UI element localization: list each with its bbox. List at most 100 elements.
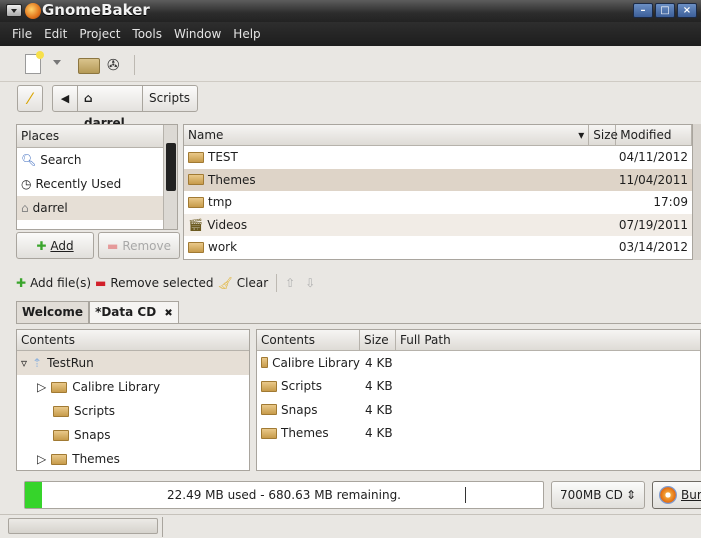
window-menu-button[interactable]: [6, 4, 22, 17]
places-header[interactable]: Places: [17, 125, 177, 148]
file-row[interactable]: 🎬︎ Videos 07/19/2011: [184, 213, 692, 236]
broom-icon: 🧹︎: [217, 276, 233, 290]
tab-welcome[interactable]: Welcome: [16, 301, 90, 323]
project-toolbar: ✚ Add file(s) ▬ Remove selected 🧹︎ Clear…: [0, 268, 701, 298]
collapsed-arrow-icon[interactable]: ▷: [37, 380, 46, 394]
close-icon[interactable]: ×: [677, 3, 697, 18]
move-up-icon[interactable]: ⇧: [285, 276, 295, 290]
add-place-label: Add: [50, 238, 74, 253]
file-name: Themes: [208, 172, 256, 187]
expanded-arrow-icon[interactable]: ▿: [21, 356, 27, 370]
contents-name: Snaps: [281, 402, 318, 417]
tree-header[interactable]: Contents: [17, 330, 249, 351]
open-project-icon[interactable]: [78, 58, 100, 74]
collapsed-arrow-icon[interactable]: ▷: [37, 452, 46, 466]
file-row[interactable]: work 03/14/2012: [184, 236, 692, 259]
tree-node-label: Themes: [72, 452, 120, 466]
places-item-search[interactable]: 🔍︎ Search: [17, 148, 177, 172]
breadcrumb-scripts[interactable]: Scripts: [142, 85, 198, 112]
remove-selected-label: Remove selected: [110, 276, 214, 290]
toolbar-separator: [134, 55, 135, 75]
burn-button[interactable]: Burn: [652, 481, 701, 509]
file-modified: 17:09: [653, 195, 688, 210]
contents-row[interactable]: Scripts 4 KB: [257, 375, 700, 399]
path-back-button[interactable]: ◀: [52, 85, 78, 112]
file-name: tmp: [208, 195, 233, 210]
menu-project[interactable]: Project: [79, 27, 120, 41]
menu-edit[interactable]: Edit: [44, 27, 67, 41]
tree-node-root[interactable]: ▿ ⇡ TestRun: [17, 351, 249, 375]
add-files-button[interactable]: ✚ Add file(s): [16, 276, 91, 290]
tree-node[interactable]: Scripts: [17, 399, 249, 423]
tab-data-cd[interactable]: *Data CD ✖: [89, 301, 179, 323]
contents-row[interactable]: Themes 4 KB: [257, 422, 700, 446]
file-name: Videos: [207, 217, 248, 232]
contents-tree: Contents ▿ ⇡ TestRun ▷ Calibre Library S…: [16, 329, 250, 471]
scrollbar-thumb[interactable]: [166, 143, 176, 191]
file-row[interactable]: TEST 04/11/2012: [184, 146, 692, 169]
file-row[interactable]: tmp 17:09: [184, 191, 692, 214]
minus-icon: ▬: [106, 238, 119, 253]
remove-selected-button[interactable]: ▬ Remove selected: [95, 276, 214, 290]
title-bar[interactable]: GnomeBaker – □ ×: [0, 0, 701, 22]
minimize-icon[interactable]: –: [633, 3, 653, 18]
disc-size-select[interactable]: 700MB CD ⇕: [551, 481, 645, 509]
column-contents[interactable]: Contents: [257, 330, 360, 350]
new-dropdown-arrow-icon[interactable]: [53, 60, 61, 69]
column-modified[interactable]: Modified: [616, 125, 692, 145]
clear-button[interactable]: 🧹︎ Clear: [218, 276, 269, 290]
burn-label: Burn: [681, 488, 701, 502]
spin-arrows-icon: ⇕: [625, 488, 636, 502]
menu-help[interactable]: Help: [233, 27, 260, 41]
disc-footer: 22.49 MB used - 680.63 MB remaining. 700…: [16, 481, 701, 511]
contents-row[interactable]: Calibre Library 4 KB: [257, 351, 700, 375]
burn-disc-icon: [659, 486, 677, 504]
move-down-icon[interactable]: ⇩: [305, 276, 315, 290]
sort-down-icon: ▾: [578, 128, 585, 142]
tree-node[interactable]: ▷ Themes: [17, 447, 249, 471]
breadcrumb-home[interactable]: ⌂ darrel: [77, 85, 143, 130]
disc-usage-bar: 22.49 MB used - 680.63 MB remaining.: [24, 481, 544, 509]
file-browser-scrollbar[interactable]: [693, 124, 701, 260]
new-project-icon[interactable]: [25, 51, 44, 74]
window-controls: – □ ×: [633, 3, 697, 18]
edit-location-button[interactable]: ⁄: [17, 85, 43, 112]
contents-row[interactable]: Snaps 4 KB: [257, 398, 700, 422]
places-item-home[interactable]: ⌂ darrel: [17, 196, 177, 220]
file-modified: 03/14/2012: [618, 240, 688, 255]
tree-node[interactable]: Snaps: [17, 423, 249, 447]
places-item-recent[interactable]: ◷ Recently Used: [17, 172, 177, 196]
places-item-label: Search: [40, 153, 82, 167]
menu-file[interactable]: File: [12, 27, 32, 41]
contents-list-header: Contents Size Full Path: [257, 330, 700, 351]
clock-icon: ◷: [21, 177, 32, 191]
plus-icon: ✚: [36, 238, 47, 253]
record-icon[interactable]: ✇: [107, 56, 125, 74]
column-size[interactable]: Size: [589, 125, 618, 145]
disc-icon: ⇡: [32, 356, 43, 370]
places-panel: Places 🔍︎ Search ◷ Recently Used ⌂ darre…: [16, 124, 178, 230]
tree-node-label: Scripts: [74, 404, 116, 418]
folder-icon: [261, 380, 277, 392]
tree-node[interactable]: ▷ Calibre Library: [17, 375, 249, 399]
tree-node-label: Snaps: [74, 428, 111, 442]
search-icon: 🔍︎: [21, 153, 37, 167]
folder-icon: [53, 405, 69, 417]
column-size[interactable]: Size: [360, 330, 396, 350]
project-tabs: Welcome *Data CD ✖: [16, 301, 179, 323]
status-bar: [0, 514, 701, 538]
file-row[interactable]: Themes 11/04/2011: [184, 168, 692, 191]
add-place-button[interactable]: ✚ Add: [16, 232, 94, 259]
column-name[interactable]: Name ▾: [184, 125, 590, 145]
gnomebaker-logo-icon: [25, 3, 41, 19]
menu-bar: File Edit Project Tools Window Help: [0, 22, 701, 46]
column-full-path[interactable]: Full Path: [396, 330, 700, 350]
contents-name: Calibre Library: [272, 355, 360, 370]
remove-place-button[interactable]: ▬ Remove: [98, 232, 180, 259]
menu-window[interactable]: Window: [174, 27, 221, 41]
menu-tools[interactable]: Tools: [132, 27, 162, 41]
text-cursor: [465, 487, 466, 503]
maximize-icon[interactable]: □: [655, 3, 675, 18]
places-scrollbar[interactable]: [163, 125, 177, 229]
close-tab-icon[interactable]: ✖: [164, 308, 172, 319]
